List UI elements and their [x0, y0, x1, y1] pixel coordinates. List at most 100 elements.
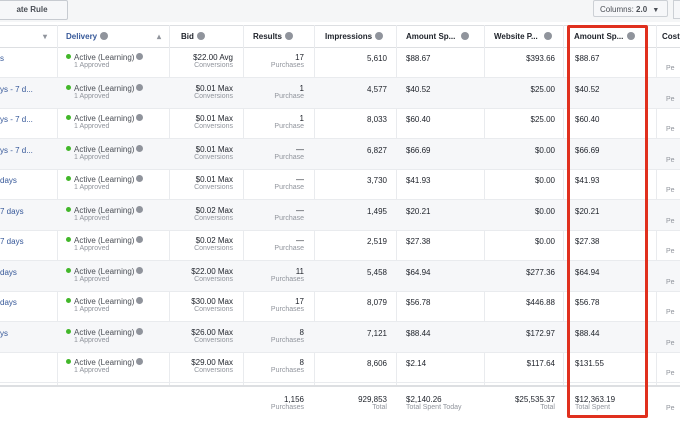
delivery-approved: 1 Approved — [74, 275, 110, 283]
info-icon[interactable] — [136, 266, 144, 274]
ad-set-name[interactable]: days — [0, 176, 17, 185]
amount-spent-cell: $88.67 — [406, 54, 431, 63]
total-impressions-value: 929,853 — [358, 395, 387, 404]
bid-type: Conversions — [194, 184, 233, 191]
delivery-approved: 1 Approved — [74, 306, 110, 313]
name-sort-caret[interactable]: ▾ — [43, 26, 47, 47]
info-icon[interactable] — [136, 236, 144, 244]
active-status-dot-icon — [66, 359, 71, 365]
bid-value: $22.00 Max — [191, 266, 233, 276]
total-impressions: 929,853 Total — [315, 395, 387, 411]
header-delivery[interactable]: Delivery ▴ — [66, 26, 161, 47]
header-amount-spent[interactable]: Amount Sp... — [406, 26, 470, 47]
info-icon[interactable] — [136, 175, 144, 183]
bid-value: $0.01 Max — [195, 83, 233, 93]
total-amount-spent-label: Total Spent Today — [406, 404, 462, 411]
ad-set-name[interactable]: 7 days — [0, 207, 24, 216]
bid-value: $0.01 Max — [195, 144, 233, 154]
bid-value: $0.01 Max — [195, 114, 233, 123]
toolbar: ate Rule Columns: 2.0 ▼ — [0, 0, 680, 22]
info-icon[interactable] — [136, 358, 144, 366]
delivery-status-text: Active (Learning) — [74, 53, 135, 62]
cost-cell: Pe — [666, 339, 675, 347]
delivery-status-text: Active (Learning) — [74, 236, 135, 245]
ad-set-name[interactable]: ys - 7 d... — [0, 85, 33, 94]
info-icon[interactable] — [284, 31, 293, 40]
delivery-status: Active (Learning) 1 Approved — [66, 83, 144, 100]
website-purchases-cell: $117.64 — [526, 359, 555, 368]
info-icon[interactable] — [136, 83, 144, 91]
bid-cell: $22.00 Avg Conversions — [170, 53, 233, 69]
delivery-status-text: Active (Learning) — [74, 144, 135, 154]
bid-type: Conversions — [194, 214, 233, 222]
results-type: Purchases — [270, 62, 304, 69]
header-results-label: Results — [253, 32, 282, 41]
website-purchases-cell: $393.66 — [526, 54, 555, 63]
ad-set-name[interactable]: days — [0, 298, 17, 307]
results-type: Purchases — [270, 306, 304, 313]
total-results-value: 1,156 — [283, 395, 304, 404]
cost-cell: Pe — [666, 309, 675, 316]
columns-value: 2.0 — [636, 5, 648, 14]
impressions-cell: 8,079 — [366, 298, 387, 307]
impressions-cell: 8,033 — [366, 115, 387, 124]
info-icon[interactable] — [136, 327, 144, 335]
info-icon[interactable] — [136, 205, 144, 213]
bid-type: Conversions — [194, 245, 233, 252]
header-impressions[interactable]: Impressions — [325, 26, 384, 47]
bid-value: $0.01 Max — [195, 175, 233, 184]
info-icon[interactable] — [136, 53, 144, 61]
header-bid[interactable]: Bid — [181, 26, 205, 47]
total-results: 1,156 Purchases — [244, 395, 304, 411]
bid-cell: $30.00 Max Conversions — [170, 297, 233, 313]
info-icon[interactable] — [196, 31, 205, 40]
cost-cell: Pe — [666, 187, 675, 194]
delivery-status: Active (Learning) 1 Approved — [66, 175, 144, 191]
delivery-status: Active (Learning) 1 Approved — [66, 358, 144, 374]
active-status-dot-icon — [66, 84, 71, 90]
ad-set-name[interactable]: ys - 7 d... — [0, 146, 33, 155]
results-value: — — [296, 205, 304, 215]
results-type: Purchases — [270, 367, 304, 374]
bid-value: $0.02 Max — [195, 205, 233, 215]
ad-set-name[interactable]: days — [0, 268, 17, 277]
ad-set-name[interactable]: s — [0, 54, 4, 63]
bid-value: $22.00 Avg — [193, 53, 233, 62]
create-rule-button[interactable]: ate Rule — [0, 0, 68, 20]
results-cell: 11 Purchases — [244, 267, 304, 283]
info-icon[interactable] — [136, 297, 144, 305]
impressions-cell: 5,458 — [366, 267, 387, 277]
delivery-status-text: Active (Learning) — [74, 175, 135, 184]
website-purchases-cell: $0.00 — [534, 206, 555, 216]
website-purchases-cell: $25.00 — [530, 115, 555, 124]
ad-set-name[interactable]: 7 days — [0, 237, 24, 246]
results-value: 1 — [299, 114, 304, 123]
header-website-purchases[interactable]: Website P... — [494, 26, 552, 47]
header-results[interactable]: Results — [253, 26, 293, 47]
bid-cell: $0.01 Max Conversions — [170, 84, 233, 100]
results-value: 11 — [295, 266, 304, 276]
info-icon[interactable] — [136, 114, 144, 122]
info-icon[interactable] — [375, 31, 384, 40]
columns-dropdown[interactable]: Columns: 2.0 ▼ — [593, 0, 668, 17]
ad-set-name[interactable]: ys — [0, 329, 8, 338]
delivery-status-text: Active (Learning) — [74, 327, 135, 337]
ad-set-name[interactable]: ys - 7 d... — [0, 115, 33, 124]
info-icon[interactable] — [100, 31, 109, 40]
header-amount-spent-label: Amount Sp... — [406, 32, 456, 41]
results-type: Purchases — [270, 336, 304, 344]
bid-value: $29.00 Max — [191, 358, 233, 367]
delivery-status: Active (Learning) 1 Approved — [66, 114, 144, 130]
website-purchases-cell: $277.36 — [526, 267, 555, 277]
results-cell: 17 Purchases — [244, 53, 304, 69]
info-icon[interactable] — [136, 144, 144, 152]
website-purchases-cell: $0.00 — [534, 176, 555, 185]
info-icon[interactable] — [543, 31, 552, 40]
results-cell: — Purchase — [244, 145, 304, 161]
results-cell: — Purchase — [244, 236, 304, 252]
toolbar-extra-button[interactable] — [673, 0, 680, 19]
header-cost[interactable]: Cost — [662, 26, 680, 47]
active-status-dot-icon — [66, 298, 71, 304]
info-icon[interactable] — [461, 31, 470, 40]
impressions-cell: 7,121 — [366, 328, 387, 338]
